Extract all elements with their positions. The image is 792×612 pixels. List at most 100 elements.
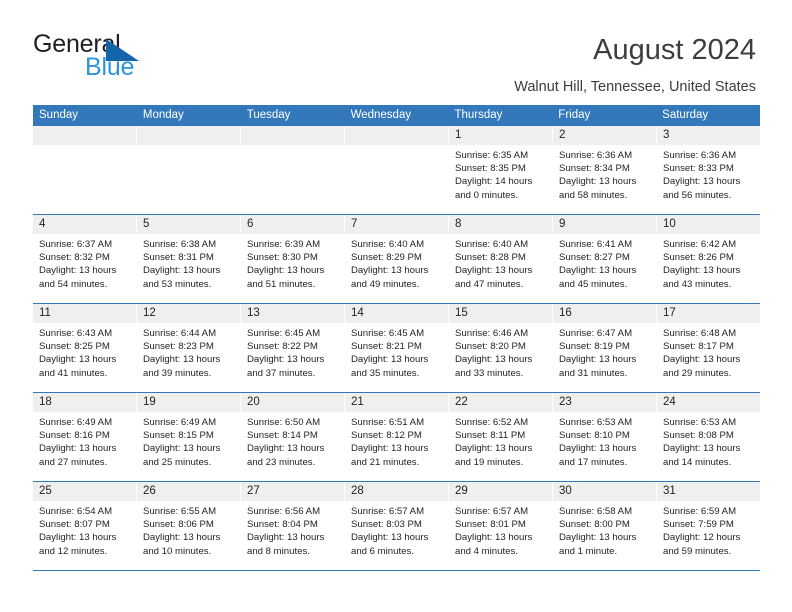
- calendar-day-cell[interactable]: 9 Sunrise: 6:41 AM Sunset: 8:27 PM Daylight…: [553, 215, 657, 303]
- sun-info: Sunrise: 6:51 AM Sunset: 8:12 PM Daylight:…: [345, 412, 448, 469]
- page-header: General Blue August 2024 Walnut Hill, Te…: [0, 0, 792, 104]
- calendar-day-cell[interactable]: 13 Sunrise: 6:45 AM Sunset: 8:22 PM Dayligh…: [241, 304, 345, 392]
- day-number: 6: [241, 215, 344, 234]
- calendar-day-cell[interactable]: 26 Sunrise: 6:55 AM Sunset: 8:06 PM Dayligh…: [137, 482, 241, 570]
- sun-info: Sunrise: 6:53 AM Sunset: 8:08 PM Daylight:…: [657, 412, 760, 469]
- daylight-text-line2: and 35 minutes.: [351, 367, 420, 379]
- daylight-text-line2: and 21 minutes.: [351, 456, 420, 468]
- calendar-day-cell[interactable]: 14 Sunrise: 6:45 AM Sunset: 8:21 PM Dayligh…: [345, 304, 449, 392]
- day-number: 19: [137, 393, 240, 412]
- sun-info: Sunrise: 6:53 AM Sunset: 8:10 PM Daylight:…: [553, 412, 656, 469]
- day-number: 22: [449, 393, 552, 412]
- sunrise-text: Sunrise: 6:58 AM: [559, 506, 633, 517]
- calendar-day-cell[interactable]: 6 Sunrise: 6:39 AM Sunset: 8:30 PM Daylight…: [241, 215, 345, 303]
- daylight-text-line1: Daylight: 13 hours: [559, 176, 637, 188]
- sunset-text: Sunset: 8:06 PM: [143, 519, 214, 531]
- sunset-text: Sunset: 8:28 PM: [455, 252, 526, 264]
- sunrise-text: Sunrise: 6:46 AM: [455, 328, 529, 339]
- calendar-day-cell[interactable]: 4 Sunrise: 6:37 AM Sunset: 8:32 PM Daylight…: [33, 215, 137, 303]
- sun-info: Sunrise: 6:58 AM Sunset: 8:00 PM Daylight:…: [553, 501, 656, 558]
- weekday-header-sunday: Sunday: [39, 109, 79, 121]
- sunset-text: Sunset: 8:20 PM: [455, 341, 526, 353]
- sunrise-text: Sunrise: 6:51 AM: [351, 417, 425, 428]
- calendar-grid: Sunday Monday Tuesday Wednesday Thursday…: [33, 105, 760, 571]
- calendar-day-cell[interactable]: 12 Sunrise: 6:44 AM Sunset: 8:23 PM Dayligh…: [137, 304, 241, 392]
- day-number: [345, 126, 448, 145]
- calendar-day-cell[interactable]: 23 Sunrise: 6:53 AM Sunset: 8:10 PM Dayligh…: [553, 393, 657, 481]
- sun-info: Sunrise: 6:49 AM Sunset: 8:16 PM Daylight:…: [33, 412, 136, 469]
- calendar-day-cell[interactable]: 17 Sunrise: 6:48 AM Sunset: 8:17 PM Dayligh…: [657, 304, 760, 392]
- daylight-text-line2: and 23 minutes.: [247, 456, 316, 468]
- daylight-text-line1: Daylight: 13 hours: [351, 443, 429, 455]
- generalblue-logo[interactable]: General Blue: [33, 30, 223, 82]
- daylight-text-line1: Daylight: 13 hours: [39, 265, 117, 277]
- day-number: 28: [345, 482, 448, 501]
- calendar-day-cell[interactable]: 3 Sunrise: 6:36 AM Sunset: 8:33 PM Daylight…: [657, 126, 760, 214]
- daylight-text-line2: and 33 minutes.: [455, 367, 524, 379]
- daylight-text-line2: and 53 minutes.: [143, 278, 212, 290]
- calendar-day-cell[interactable]: 25 Sunrise: 6:54 AM Sunset: 8:07 PM Dayligh…: [33, 482, 137, 570]
- calendar-day-cell[interactable]: 24 Sunrise: 6:53 AM Sunset: 8:08 PM Dayligh…: [657, 393, 760, 481]
- day-number: 16: [553, 304, 656, 323]
- daylight-text-line1: Daylight: 13 hours: [247, 265, 325, 277]
- sun-info: Sunrise: 6:46 AM Sunset: 8:20 PM Daylight:…: [449, 323, 552, 380]
- daylight-text-line1: Daylight: 12 hours: [663, 532, 741, 544]
- daylight-text-line2: and 54 minutes.: [39, 278, 108, 290]
- sunrise-text: Sunrise: 6:53 AM: [559, 417, 633, 428]
- sun-info: Sunrise: 6:39 AM Sunset: 8:30 PM Daylight:…: [241, 234, 344, 291]
- sunrise-text: Sunrise: 6:48 AM: [663, 328, 737, 339]
- day-number: 5: [137, 215, 240, 234]
- day-number: 30: [553, 482, 656, 501]
- sun-info: Sunrise: 6:52 AM Sunset: 8:11 PM Daylight:…: [449, 412, 552, 469]
- daylight-text-line2: and 39 minutes.: [143, 367, 212, 379]
- calendar-day-cell[interactable]: 11 Sunrise: 6:43 AM Sunset: 8:25 PM Dayligh…: [33, 304, 137, 392]
- daylight-text-line1: Daylight: 13 hours: [39, 354, 117, 366]
- daylight-text-line2: and 4 minutes.: [455, 545, 518, 557]
- calendar-day-cell[interactable]: 10 Sunrise: 6:42 AM Sunset: 8:26 PM Dayligh…: [657, 215, 760, 303]
- sunset-text: Sunset: 8:23 PM: [143, 341, 214, 353]
- calendar-day-cell[interactable]: 30 Sunrise: 6:58 AM Sunset: 8:00 PM Dayligh…: [553, 482, 657, 570]
- calendar-day-cell[interactable]: 28 Sunrise: 6:57 AM Sunset: 8:03 PM Dayligh…: [345, 482, 449, 570]
- daylight-text-line2: and 25 minutes.: [143, 456, 212, 468]
- day-number: 27: [241, 482, 344, 501]
- daylight-text-line1: Daylight: 13 hours: [663, 176, 741, 188]
- daylight-text-line2: and 29 minutes.: [663, 367, 732, 379]
- day-number: 10: [657, 215, 760, 234]
- daylight-text-line1: Daylight: 13 hours: [247, 354, 325, 366]
- calendar-day-cell[interactable]: 15 Sunrise: 6:46 AM Sunset: 8:20 PM Dayligh…: [449, 304, 553, 392]
- day-number: 9: [553, 215, 656, 234]
- daylight-text-line2: and 6 minutes.: [351, 545, 414, 557]
- calendar-day-cell[interactable]: 21 Sunrise: 6:51 AM Sunset: 8:12 PM Dayligh…: [345, 393, 449, 481]
- sun-info: Sunrise: 6:40 AM Sunset: 8:29 PM Daylight:…: [345, 234, 448, 291]
- calendar-day-cell[interactable]: 1 Sunrise: 6:35 AM Sunset: 8:35 PM Daylight…: [449, 126, 553, 214]
- sunrise-text: Sunrise: 6:53 AM: [663, 417, 737, 428]
- sunrise-text: Sunrise: 6:59 AM: [663, 506, 737, 517]
- day-number: 26: [137, 482, 240, 501]
- calendar-day-cell[interactable]: 18 Sunrise: 6:49 AM Sunset: 8:16 PM Dayligh…: [33, 393, 137, 481]
- sunset-text: Sunset: 8:33 PM: [663, 163, 734, 175]
- sunset-text: Sunset: 8:00 PM: [559, 519, 630, 531]
- calendar-day-cell[interactable]: 22 Sunrise: 6:52 AM Sunset: 8:11 PM Dayligh…: [449, 393, 553, 481]
- calendar-day-cell[interactable]: 7 Sunrise: 6:40 AM Sunset: 8:29 PM Daylight…: [345, 215, 449, 303]
- calendar-day-cell[interactable]: 20 Sunrise: 6:50 AM Sunset: 8:14 PM Dayligh…: [241, 393, 345, 481]
- calendar-day-cell[interactable]: 27 Sunrise: 6:56 AM Sunset: 8:04 PM Dayligh…: [241, 482, 345, 570]
- sunset-text: Sunset: 8:19 PM: [559, 341, 630, 353]
- day-number: [33, 126, 136, 145]
- calendar-day-cell[interactable]: 2 Sunrise: 6:36 AM Sunset: 8:34 PM Daylight…: [553, 126, 657, 214]
- daylight-text-line1: Daylight: 13 hours: [455, 354, 533, 366]
- sunset-text: Sunset: 8:35 PM: [455, 163, 526, 175]
- sunset-text: Sunset: 8:25 PM: [39, 341, 110, 353]
- calendar-day-cell[interactable]: 31 Sunrise: 6:59 AM Sunset: 7:59 PM Dayligh…: [657, 482, 760, 570]
- weekday-header-thursday: Thursday: [454, 109, 503, 121]
- calendar-day-cell[interactable]: 8 Sunrise: 6:40 AM Sunset: 8:28 PM Daylight…: [449, 215, 553, 303]
- sunrise-text: Sunrise: 6:49 AM: [39, 417, 113, 428]
- calendar-cell-empty: [33, 126, 137, 214]
- calendar-weeks: 1 Sunrise: 6:35 AM Sunset: 8:35 PM Daylight…: [33, 126, 760, 571]
- calendar-day-cell[interactable]: 5 Sunrise: 6:38 AM Sunset: 8:31 PM Daylight…: [137, 215, 241, 303]
- sunrise-text: Sunrise: 6:40 AM: [351, 239, 425, 250]
- sunset-text: Sunset: 8:14 PM: [247, 430, 318, 442]
- calendar-day-cell[interactable]: 16 Sunrise: 6:47 AM Sunset: 8:19 PM Dayligh…: [553, 304, 657, 392]
- calendar-day-cell[interactable]: 29 Sunrise: 6:57 AM Sunset: 8:01 PM Dayligh…: [449, 482, 553, 570]
- calendar-day-cell[interactable]: 19 Sunrise: 6:49 AM Sunset: 8:15 PM Dayligh…: [137, 393, 241, 481]
- sunset-text: Sunset: 8:11 PM: [455, 430, 526, 442]
